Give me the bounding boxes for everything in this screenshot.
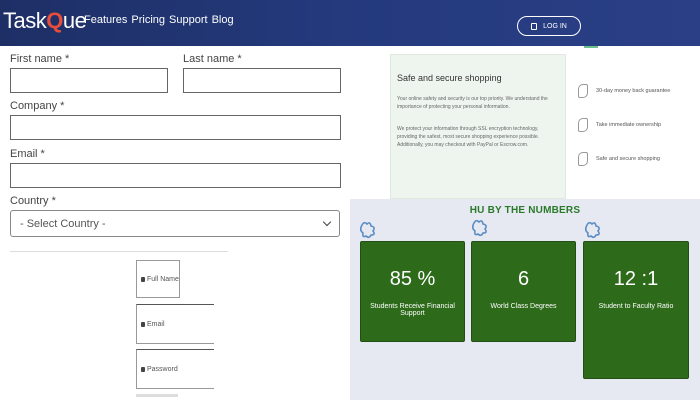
ownership-icon	[578, 118, 588, 132]
login-label: LOG IN	[543, 22, 567, 30]
form-divider	[10, 251, 228, 252]
company-input[interactable]	[10, 115, 341, 140]
password-field[interactable]: Password	[136, 349, 214, 389]
mini-email-field[interactable]: Email	[136, 304, 214, 344]
guarantee-label: Safe and secure shopping	[596, 156, 660, 162]
puzzle-icon	[584, 221, 600, 239]
guarantee-ownership: Take immediate ownership	[578, 118, 661, 132]
logo-text-suffix: ue	[62, 8, 87, 33]
stat-card-degrees: 6 World Class Degrees	[471, 241, 576, 342]
nav-blog[interactable]: Blog	[212, 14, 234, 26]
guarantee-label: Take immediate ownership	[596, 122, 662, 128]
shopping-icon	[578, 152, 588, 166]
logo-text-prefix: Task	[3, 8, 47, 33]
full-name-placeholder: Full Name	[147, 275, 179, 283]
signup-form: First name * Last name * Company * Email…	[0, 46, 350, 400]
puzzle-icon	[359, 221, 375, 239]
numbers-title: HU BY THE NUMBERS	[469, 205, 581, 216]
last-name-label: Last name *	[183, 53, 242, 65]
taskque-logo[interactable]: TaskQue	[3, 8, 87, 34]
nav-pricing[interactable]: Pricing	[131, 14, 165, 26]
email-icon	[141, 321, 145, 327]
email-input[interactable]	[10, 163, 341, 188]
last-name-input[interactable]	[183, 68, 341, 93]
top-accent-bar	[584, 46, 598, 48]
stat-caption: Student to Faculty Ratio	[598, 303, 674, 310]
nav-support[interactable]: Support	[169, 14, 208, 26]
stat-card-financial: 85 % Students Receive Financial Support	[360, 241, 465, 342]
first-name-label: First name *	[10, 53, 70, 65]
user-icon	[141, 276, 145, 282]
lock-icon	[141, 366, 145, 372]
stat-value: 6	[517, 268, 530, 290]
email-label: Email *	[10, 148, 45, 160]
stat-card-ratio: 12 :1 Student to Faculty Ratio	[583, 241, 689, 379]
country-select-value: - Select Country -	[20, 217, 106, 230]
guarantee-secure: Safe and secure shopping	[578, 152, 660, 166]
country-label: Country *	[10, 195, 56, 207]
chevron-down-icon	[322, 217, 332, 226]
puzzle-icon	[471, 219, 487, 237]
stat-value: 12 :1	[613, 268, 659, 290]
company-label: Company *	[10, 100, 65, 112]
numbers-section: HU BY THE NUMBERS 85 % Students Receive …	[350, 199, 700, 400]
guarantee-money-back: 30-day money back guarantee	[578, 84, 670, 98]
logo-text-accent: Q	[46, 8, 63, 33]
mini-email-placeholder: Email	[147, 320, 165, 328]
secure-title: Safe and secure shopping	[397, 73, 502, 83]
secure-paragraph-2: We protect your information through SSL …	[397, 126, 540, 148]
secure-shopping-section: Safe and secure shopping Your online saf…	[350, 46, 700, 199]
secure-paragraph-1: Your online safety and security is our t…	[397, 96, 548, 110]
main-nav: Features Pricing Support Blog	[84, 14, 234, 26]
stat-caption: Students Receive Financial Support	[370, 303, 455, 317]
stat-caption: World Class Degrees	[490, 303, 557, 310]
password-placeholder: Password	[147, 365, 178, 373]
secure-shopping-box: Safe and secure shopping Your online saf…	[390, 54, 566, 199]
full-name-field[interactable]: Full Name	[136, 260, 180, 298]
mini-form-footer	[136, 394, 178, 397]
nav-features[interactable]: Features	[84, 14, 127, 26]
country-select[interactable]: - Select Country -	[10, 210, 340, 237]
stat-value: 85 %	[389, 268, 436, 290]
money-back-icon	[578, 84, 588, 98]
top-navbar: TaskQue Features Pricing Support Blog LO…	[0, 0, 700, 46]
first-name-input[interactable]	[10, 68, 168, 93]
login-button[interactable]: LOG IN	[517, 16, 581, 36]
login-icon	[531, 22, 538, 30]
guarantee-label: 30-day money back guarantee	[596, 88, 671, 94]
